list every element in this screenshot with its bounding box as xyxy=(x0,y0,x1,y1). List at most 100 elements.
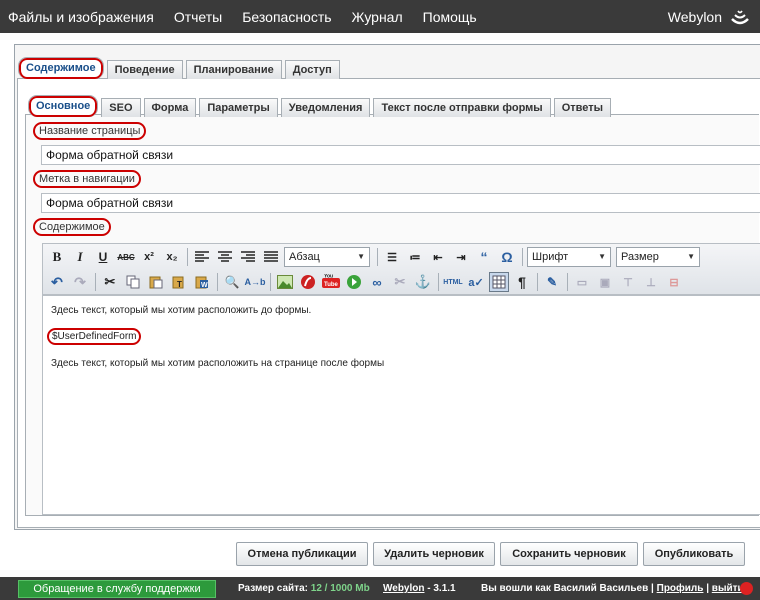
underline-icon[interactable]: U xyxy=(93,247,113,267)
format-select[interactable]: Абзац ▼ xyxy=(284,247,370,267)
tab-behavior[interactable]: Поведение xyxy=(106,60,183,79)
tab-content[interactable]: Содержимое xyxy=(18,57,104,79)
toolbar-row-1: B I U ABC x² x₂ Абзац ▼ ☰ ≔ ⇤ ⇥ “ Ω Шриф xyxy=(47,245,705,269)
menu-security[interactable]: Безопасность xyxy=(242,9,331,25)
toolbar-separator xyxy=(95,273,96,291)
size-select[interactable]: Размер ▼ xyxy=(616,247,700,267)
menu-help[interactable]: Помощь xyxy=(423,9,477,25)
image-icon[interactable] xyxy=(275,272,295,292)
page-name-label: Название страницы xyxy=(33,122,146,140)
profile-link[interactable]: Профиль xyxy=(657,583,704,594)
tab-notifications[interactable]: Уведомления xyxy=(280,98,371,117)
align-left-icon[interactable] xyxy=(192,247,212,267)
sub-tabs: Основное SEO Форма Параметры Уведомления… xyxy=(28,95,614,117)
site-size-value: 12 / 1000 Mb xyxy=(310,583,370,594)
html-source-icon[interactable]: HTML xyxy=(443,272,463,292)
toolbar-separator xyxy=(537,273,538,291)
superscript-icon[interactable]: x² xyxy=(139,247,159,267)
top-navigation: Файлы и изображения Отчеты Безопасность … xyxy=(0,0,760,33)
menu-journal[interactable]: Журнал xyxy=(352,9,403,25)
paste-text-icon[interactable]: T xyxy=(169,272,189,292)
find-replace-icon[interactable]: A→b xyxy=(245,272,266,292)
tab-seo[interactable]: SEO xyxy=(101,98,141,117)
product-link[interactable]: Webylon xyxy=(383,583,424,594)
youtube-icon[interactable]: You Tube xyxy=(321,272,341,292)
nav-label-label: Метка в навигации xyxy=(33,170,141,188)
nav-label-input[interactable]: Форма обратной связи xyxy=(41,193,760,213)
menu-files[interactable]: Файлы и изображения xyxy=(8,9,154,25)
editor-line-before: Здесь текст, который мы хотим расположит… xyxy=(51,305,312,316)
svg-text:You: You xyxy=(324,274,333,280)
tab-access[interactable]: Доступ xyxy=(284,60,340,79)
support-button[interactable]: Обращение в службу поддержки xyxy=(18,580,216,598)
svg-text:W: W xyxy=(201,282,208,289)
row-delete-icon[interactable]: ⊟ xyxy=(664,272,684,292)
align-center-icon[interactable] xyxy=(215,247,235,267)
editor-content[interactable]: Здесь текст, который мы хотим расположит… xyxy=(42,295,760,515)
page-name-input[interactable]: Форма обратной связи xyxy=(41,145,760,165)
brand-name: Webylon xyxy=(667,8,722,25)
editor-line-after: Здесь текст, который мы хотим расположит… xyxy=(51,358,385,369)
unpublish-button[interactable]: Отмена публикации xyxy=(236,542,368,566)
strikethrough-icon[interactable]: ABC xyxy=(116,247,136,267)
format-select-value: Абзац xyxy=(289,251,320,263)
tab-scheduling[interactable]: Планирование xyxy=(185,60,282,79)
size-select-value: Размер xyxy=(621,251,659,263)
version-info: Webylon - 3.1.1 xyxy=(383,583,456,594)
italic-icon[interactable]: I xyxy=(70,247,90,267)
redo-icon[interactable]: ↷ xyxy=(70,272,90,292)
numbered-list-icon[interactable]: ≔ xyxy=(405,247,425,267)
user-name: Василий Васильев xyxy=(553,583,649,594)
flash-icon[interactable] xyxy=(298,272,318,292)
align-right-icon[interactable] xyxy=(238,247,258,267)
svg-text:T: T xyxy=(177,280,182,289)
subscript-icon[interactable]: x₂ xyxy=(162,247,182,267)
indent-icon[interactable]: ⇥ xyxy=(451,247,471,267)
chevron-down-icon: ▼ xyxy=(598,252,606,261)
tab-form[interactable]: Форма xyxy=(143,98,197,117)
row-insert-before-icon[interactable]: ⊤ xyxy=(618,272,638,292)
tab-answers[interactable]: Ответы xyxy=(553,98,612,117)
link-icon[interactable]: ∞ xyxy=(367,272,387,292)
toolbar-separator xyxy=(522,248,523,266)
pilcrow-icon[interactable]: ¶ xyxy=(512,272,532,292)
delete-draft-button[interactable]: Удалить черновик xyxy=(373,542,495,566)
paste-word-icon[interactable]: W xyxy=(192,272,212,292)
tab-basic[interactable]: Основное xyxy=(28,95,99,117)
user-info: Вы вошли как Василий Васильев | Профиль … xyxy=(481,583,744,594)
main-tabs: Содержимое Поведение Планирование Доступ xyxy=(18,57,343,79)
copy-icon[interactable] xyxy=(123,272,143,292)
table-cell-props-icon[interactable]: ▣ xyxy=(595,272,615,292)
power-icon[interactable] xyxy=(740,582,753,595)
save-draft-button[interactable]: Сохранить черновик xyxy=(500,542,638,566)
undo-icon[interactable]: ↶ xyxy=(47,272,67,292)
outdent-icon[interactable]: ⇤ xyxy=(428,247,448,267)
bullet-list-icon[interactable]: ☰ xyxy=(382,247,402,267)
blockquote-icon[interactable]: “ xyxy=(474,247,494,267)
menu-reports[interactable]: Отчеты xyxy=(174,9,222,25)
brand: Webylon xyxy=(668,0,750,33)
toolbar-separator xyxy=(187,248,188,266)
edit-attributes-icon[interactable]: ✎ xyxy=(542,272,562,292)
find-icon[interactable]: 🔍 xyxy=(222,272,242,292)
tab-after-submit-text[interactable]: Текст после отправки формы xyxy=(373,98,551,117)
font-select[interactable]: Шрифт ▼ xyxy=(527,247,611,267)
align-justify-icon[interactable] xyxy=(261,247,281,267)
tab-parameters[interactable]: Параметры xyxy=(199,98,278,117)
cut-icon[interactable]: ✂ xyxy=(100,272,120,292)
brand-logo-icon xyxy=(730,7,750,27)
spellcheck-icon[interactable]: a✓ xyxy=(466,272,486,292)
anchor-icon[interactable]: ⚓ xyxy=(413,272,433,292)
paste-icon[interactable] xyxy=(146,272,166,292)
bold-icon[interactable]: B xyxy=(47,247,67,267)
table-icon[interactable] xyxy=(489,272,509,292)
row-insert-after-icon[interactable]: ⊥ xyxy=(641,272,661,292)
special-char-icon[interactable]: Ω xyxy=(497,247,517,267)
media-icon[interactable] xyxy=(344,272,364,292)
publish-button[interactable]: Опубликовать xyxy=(643,542,745,566)
logged-in-label: Вы вошли как xyxy=(481,583,551,594)
table-row-props-icon[interactable]: ▭ xyxy=(572,272,592,292)
unlink-icon[interactable]: ✂ xyxy=(390,272,410,292)
content-label: Содержимое xyxy=(33,218,111,236)
logout-link[interactable]: выйти xyxy=(712,583,744,594)
